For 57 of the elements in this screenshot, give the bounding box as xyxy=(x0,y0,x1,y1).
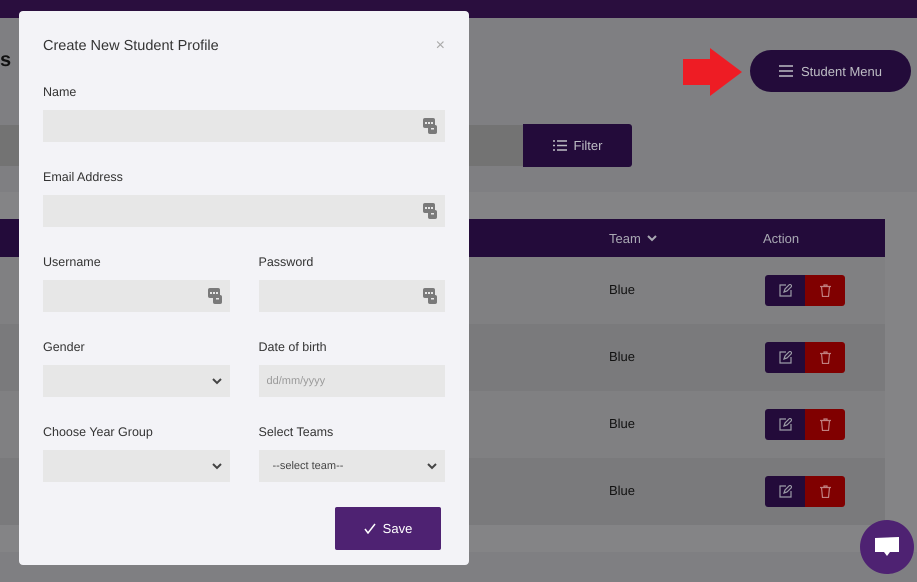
date-field[interactable]: dd/mm/yyyy xyxy=(258,365,445,397)
edit-button[interactable] xyxy=(765,476,805,507)
text-field[interactable] xyxy=(43,195,445,227)
delete-button[interactable] xyxy=(805,476,845,507)
field-label: Date of birth xyxy=(258,340,327,356)
column-header: Action xyxy=(763,230,800,246)
field-label: Gender xyxy=(43,340,85,356)
delete-button[interactable] xyxy=(805,275,845,306)
menu-icon xyxy=(779,65,794,77)
table-cell: Blue xyxy=(609,349,636,364)
filter-button[interactable]: Filter xyxy=(523,124,632,167)
field-label: Username xyxy=(43,255,101,271)
edit-icon xyxy=(778,485,792,498)
field-label: Email Address xyxy=(43,170,123,186)
page-title: s xyxy=(0,48,12,72)
edit-icon xyxy=(778,351,792,364)
keypad-icon xyxy=(423,288,437,304)
list-icon xyxy=(552,140,567,151)
select-field[interactable] xyxy=(43,365,230,397)
chat-icon xyxy=(874,536,900,558)
chevron-down-icon xyxy=(646,234,657,242)
delete-button[interactable] xyxy=(805,342,845,373)
trash-icon xyxy=(820,284,830,297)
text-field[interactable] xyxy=(43,110,445,142)
table-cell: Blue xyxy=(609,282,636,297)
keypad-icon xyxy=(208,288,222,304)
field-label: Choose Year Group xyxy=(43,425,153,441)
chevron-down-icon xyxy=(427,462,437,470)
delete-button[interactable] xyxy=(805,409,845,440)
check-icon xyxy=(364,523,376,534)
select-field[interactable] xyxy=(43,450,230,482)
field-label: Password xyxy=(258,255,314,271)
field-label: Select Teams xyxy=(258,425,334,441)
select-field[interactable]: --select team-- xyxy=(258,450,445,482)
field-label: Name xyxy=(43,85,76,101)
text-field[interactable] xyxy=(43,280,230,312)
table-cell: Blue xyxy=(609,416,636,431)
edit-icon xyxy=(778,418,792,431)
trash-icon xyxy=(820,418,830,431)
edit-button[interactable] xyxy=(765,409,805,440)
table-cell: Blue xyxy=(609,483,636,498)
keypad-icon xyxy=(423,203,437,219)
student-menu-button[interactable]: Student Menu xyxy=(750,50,911,92)
dialog-title: Create New Student Profile xyxy=(43,38,219,54)
edit-button[interactable] xyxy=(765,275,805,306)
chat-button[interactable] xyxy=(860,520,914,574)
save-button[interactable]: Save xyxy=(335,507,441,550)
text-field[interactable] xyxy=(258,280,445,312)
trash-icon xyxy=(820,351,830,364)
trash-icon xyxy=(820,485,830,498)
column-header[interactable]: Team xyxy=(609,230,657,246)
chevron-down-icon xyxy=(212,462,222,470)
keypad-icon xyxy=(423,118,437,134)
edit-icon xyxy=(778,284,792,297)
arrow-pointer xyxy=(683,48,742,96)
edit-button[interactable] xyxy=(765,342,805,373)
chevron-down-icon xyxy=(212,378,222,384)
